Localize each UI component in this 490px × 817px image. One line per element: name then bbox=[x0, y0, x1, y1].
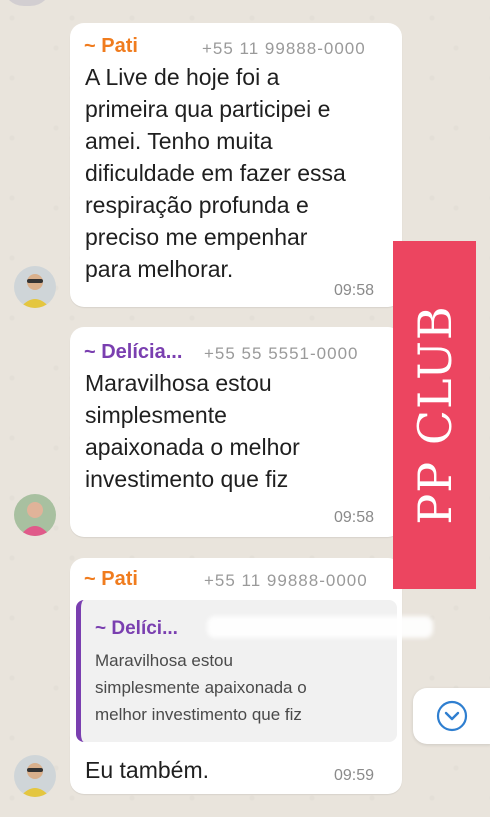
message-bubble[interactable]: ~ Pati +55 11 99888-0000 A Live de hoje … bbox=[70, 23, 402, 307]
message-bubble[interactable]: ~ Delícia... +55 55 5551-0000 Maravilhos… bbox=[70, 327, 402, 537]
message-text: Eu também. bbox=[85, 757, 209, 783]
message-time: 09:59 bbox=[334, 767, 375, 784]
sender-name[interactable]: ~ Pati bbox=[84, 568, 138, 591]
banner-text: PP CLUB bbox=[407, 305, 462, 525]
quoted-sender: ~ Delíci... bbox=[95, 618, 178, 639]
sender-name[interactable]: ~ Delícia... bbox=[84, 341, 182, 364]
avatar[interactable] bbox=[14, 266, 56, 308]
sender-name[interactable]: ~ Pati bbox=[84, 35, 138, 58]
message-text: Maravilhosa estou simplesmente apaixonad… bbox=[85, 370, 300, 492]
message-time: 09:58 bbox=[334, 282, 375, 299]
sender-phone: +55 11 99888-0000 bbox=[202, 39, 366, 58]
sender-phone: +55 11 99888-0000 bbox=[204, 571, 368, 590]
scroll-to-bottom-button[interactable] bbox=[413, 688, 490, 744]
quoted-text: Maravilhosa estou simplesmente apaixonad… bbox=[95, 651, 307, 724]
message-time: 09:58 bbox=[334, 509, 375, 526]
message-bubble[interactable]: ~ Pati +55 11 99888-0000 ~ Delíci... Mar… bbox=[70, 558, 433, 794]
sender-phone: +55 55 5551-0000 bbox=[204, 344, 359, 363]
quoted-message[interactable]: ~ Delíci... Maravilhosa estou simplesmen… bbox=[76, 600, 433, 742]
avatar[interactable] bbox=[14, 494, 56, 536]
redacted-phone bbox=[207, 616, 433, 638]
avatar[interactable] bbox=[14, 755, 56, 797]
chevron-down-icon bbox=[436, 700, 468, 737]
message-text: A Live de hoje foi a primeira qua partic… bbox=[85, 64, 346, 282]
pp-club-banner: PP CLUB bbox=[393, 241, 476, 589]
